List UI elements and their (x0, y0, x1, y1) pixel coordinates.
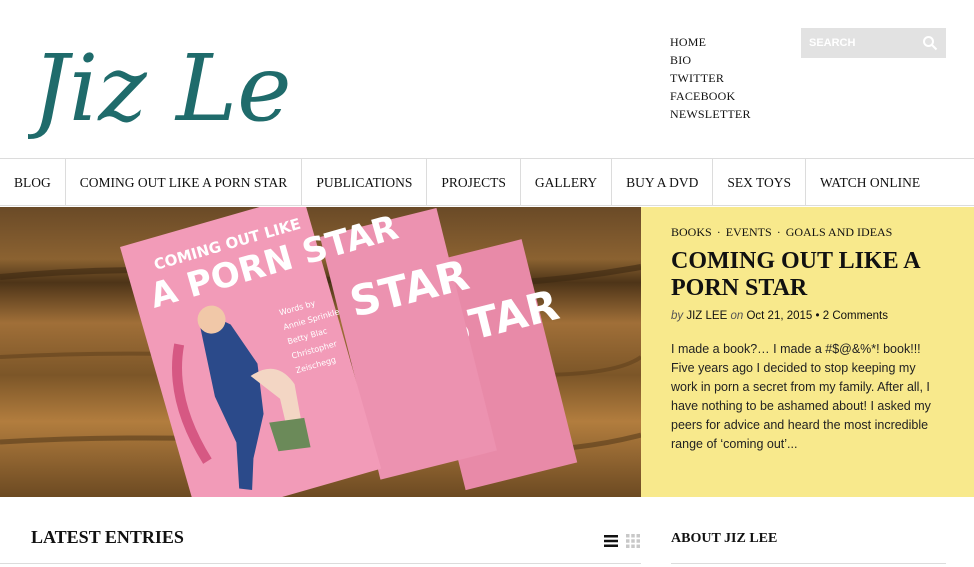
category-separator: · (716, 225, 721, 239)
top-nav-facebook[interactable]: FACEBOOK (670, 87, 751, 105)
divider (671, 563, 946, 564)
search-box (801, 28, 946, 58)
featured-post: STAR STAR COMING OUT LIKE A PORN STAR Wo… (0, 207, 974, 497)
book-photo: STAR STAR COMING OUT LIKE A PORN STAR Wo… (0, 207, 641, 497)
view-toggle (604, 534, 640, 548)
post-date: Oct 21, 2015 (746, 310, 813, 322)
meta-separator: • (815, 310, 820, 322)
nav-coming-out[interactable]: COMING OUT LIKE A PORN STAR (66, 159, 303, 205)
svg-text:Jiz Lee: Jiz Lee (28, 35, 288, 142)
category-goals[interactable]: GOALS AND IDEAS (786, 225, 893, 239)
category-books[interactable]: BOOKS (671, 225, 712, 239)
post-title[interactable]: COMING OUT LIKE A PORN STAR (671, 248, 944, 302)
meta-on: on (730, 310, 744, 322)
category-events[interactable]: EVENTS (726, 225, 772, 239)
nav-projects[interactable]: PROJECTS (427, 159, 521, 205)
nav-gallery[interactable]: GALLERY (521, 159, 613, 205)
latest-entries-heading: LATEST ENTRIES (31, 527, 184, 547)
about-heading: ABOUT JIZ LEE (671, 531, 778, 546)
divider (0, 563, 641, 564)
post-comments-link[interactable]: 2 Comments (823, 310, 888, 322)
site-logo[interactable]: Jiz Lee (16, 22, 346, 142)
top-nav-home[interactable]: HOME (670, 33, 751, 51)
top-nav-bio[interactable]: BIO (670, 51, 751, 69)
search-icon[interactable] (922, 35, 938, 51)
post-author[interactable]: JIZ LEE (686, 310, 727, 322)
featured-post-panel: BOOKS · EVENTS · GOALS AND IDEAS COMING … (641, 207, 974, 497)
top-nav-newsletter[interactable]: NEWSLETTER (670, 105, 751, 123)
list-view-icon[interactable] (604, 534, 618, 548)
post-categories: BOOKS · EVENTS · GOALS AND IDEAS (671, 225, 944, 240)
meta-by: by (671, 310, 684, 322)
nav-blog[interactable]: BLOG (0, 159, 66, 205)
nav-sex-toys[interactable]: SEX TOYS (713, 159, 807, 205)
logo-mark: Jiz Lee (16, 35, 346, 142)
grid-view-icon[interactable] (626, 534, 640, 548)
top-nav-twitter[interactable]: TWITTER (670, 69, 751, 87)
featured-image[interactable]: STAR STAR COMING OUT LIKE A PORN STAR Wo… (0, 207, 641, 497)
category-separator: · (776, 225, 781, 239)
post-excerpt: I made a book?… I made a #$@&%*! book!!!… (671, 342, 931, 451)
search-input[interactable] (801, 28, 919, 58)
top-nav: HOME BIO TWITTER FACEBOOK NEWSLETTER (670, 33, 751, 123)
main-nav: BLOG COMING OUT LIKE A PORN STAR PUBLICA… (0, 158, 974, 206)
nav-watch-online[interactable]: WATCH ONLINE (806, 159, 934, 205)
post-meta: by JIZ LEE on Oct 21, 2015 • 2 Comments (671, 310, 944, 322)
nav-buy-dvd[interactable]: BUY A DVD (612, 159, 714, 205)
nav-publications[interactable]: PUBLICATIONS (302, 159, 428, 205)
